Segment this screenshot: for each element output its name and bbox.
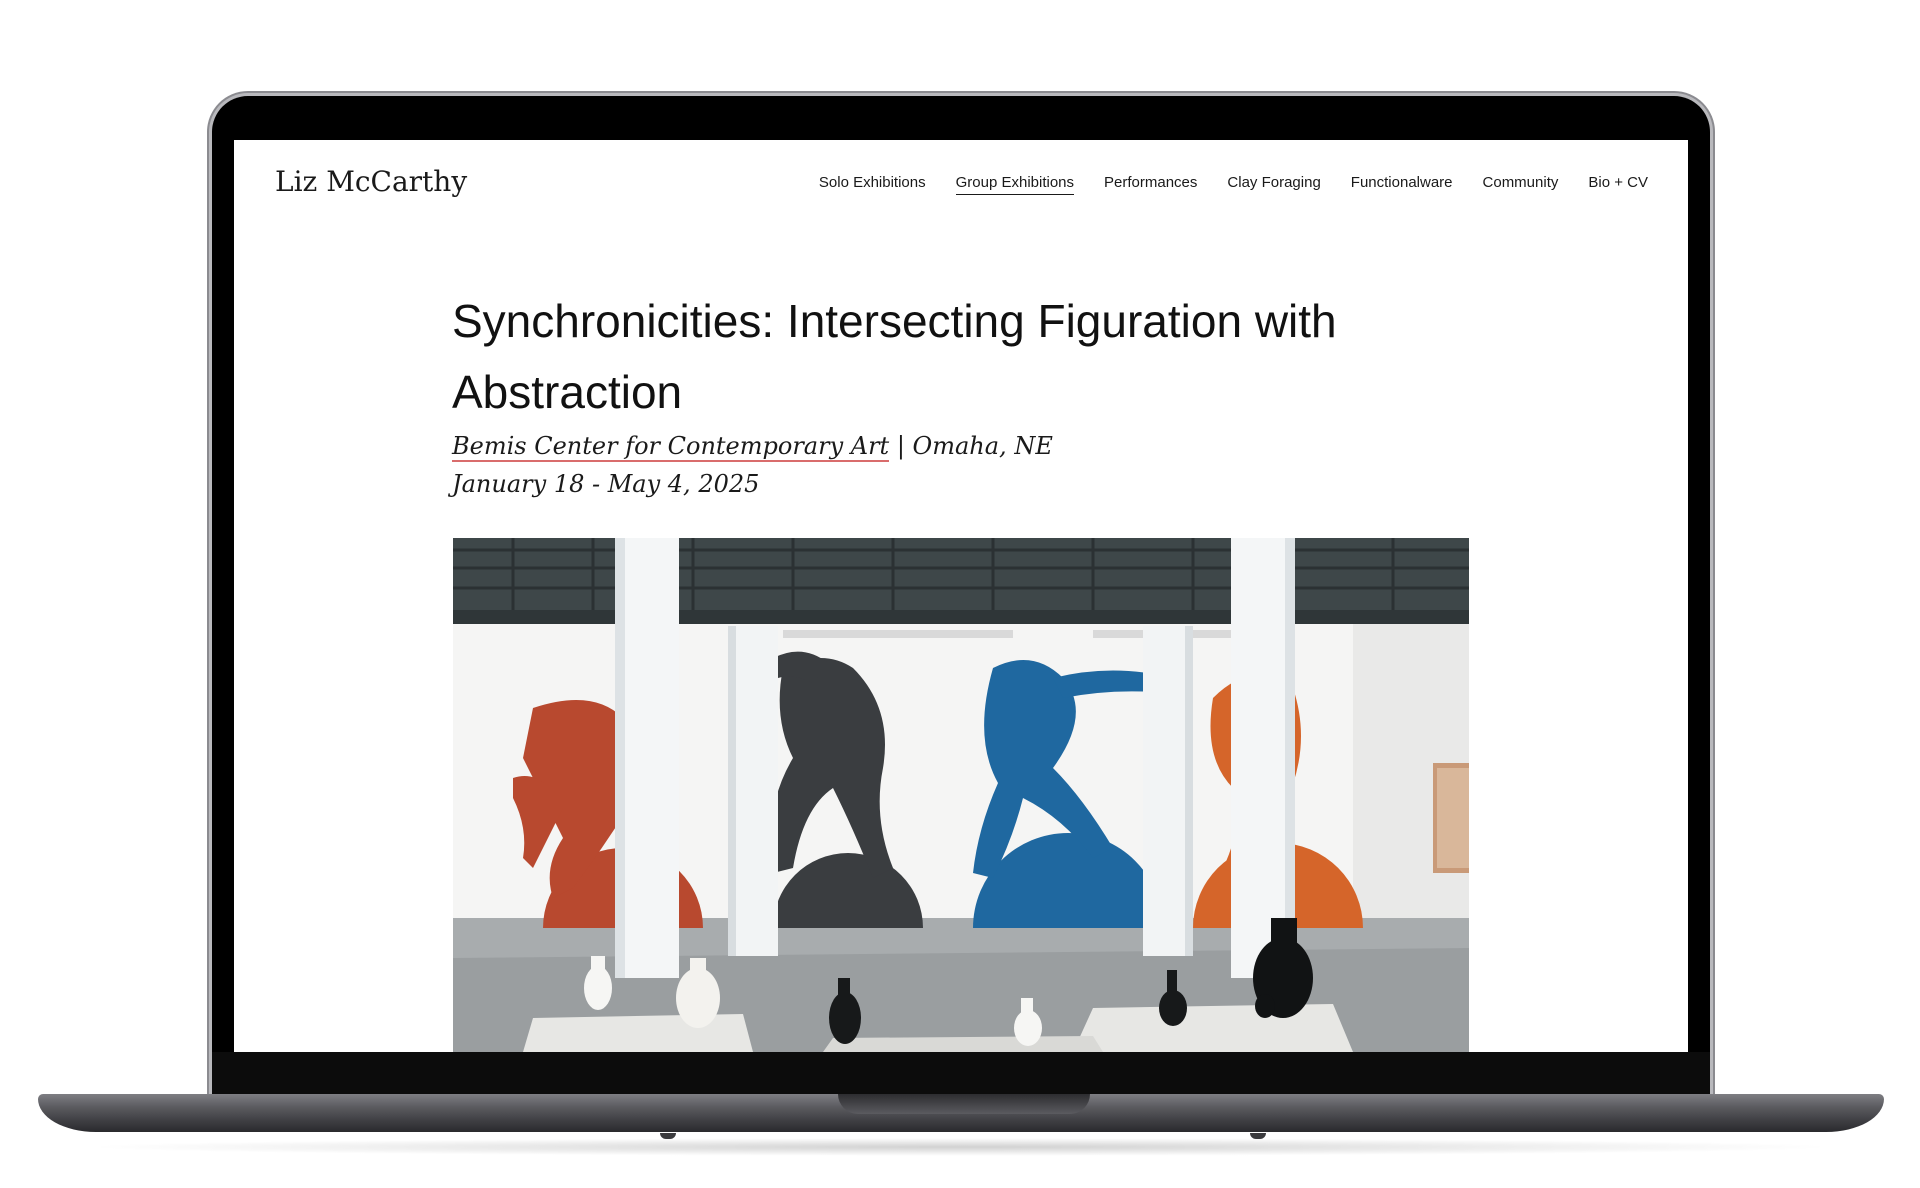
gallery-photo-svg [453, 538, 1469, 1052]
venue-link[interactable]: Bemis Center for Contemporary Art [452, 432, 890, 462]
venue-line: Bemis Center for Contemporary Art | Omah… [452, 432, 1053, 462]
laptop-bezel [212, 1052, 1710, 1096]
nav-item-group-exhibitions[interactable]: Group Exhibitions [955, 174, 1075, 195]
browser-screen: Liz McCarthy Solo Exhibitions Group Exhi… [234, 140, 1688, 1052]
laptop-shadow [80, 1138, 1840, 1156]
laptop-notch [838, 1094, 1090, 1114]
nav-item-community[interactable]: Community [1483, 174, 1559, 195]
site-title[interactable]: Liz McCarthy [275, 165, 467, 198]
main-nav: Solo Exhibitions Group Exhibitions Perfo… [819, 174, 1648, 195]
exhibition-dates: January 18 - May 4, 2025 [452, 470, 760, 498]
nav-item-functionalware[interactable]: Functionalware [1351, 174, 1453, 195]
gallery-installation-photo[interactable] [453, 538, 1469, 1052]
nav-item-performances[interactable]: Performances [1104, 174, 1197, 195]
nav-item-solo-exhibitions[interactable]: Solo Exhibitions [819, 174, 926, 195]
venue-separator: | [889, 432, 913, 460]
venue-location: Omaha, NE [912, 432, 1053, 460]
page-title: Synchronicities: Intersecting Figuration… [452, 295, 1337, 418]
nav-item-clay-foraging[interactable]: Clay Foraging [1227, 174, 1320, 195]
nav-item-bio-cv[interactable]: Bio + CV [1588, 174, 1648, 195]
